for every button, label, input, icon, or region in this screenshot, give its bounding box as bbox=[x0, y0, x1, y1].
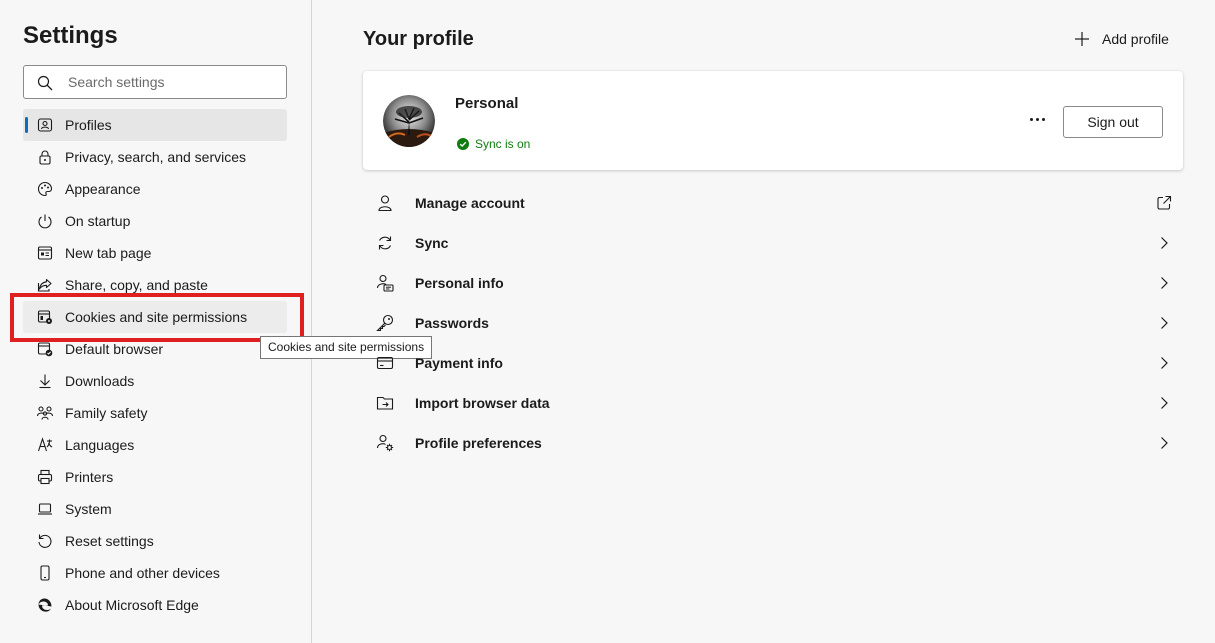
palette-icon bbox=[35, 179, 55, 199]
check-circle-icon bbox=[457, 138, 469, 150]
sidebar-item-privacy[interactable]: Privacy, search, and services bbox=[23, 141, 287, 173]
add-profile-label: Add profile bbox=[1102, 31, 1169, 47]
profile-preferences-icon bbox=[374, 432, 396, 454]
plus-icon bbox=[1075, 32, 1089, 46]
search-input[interactable] bbox=[68, 72, 278, 92]
sidebar-item-new-tab-page[interactable]: New tab page bbox=[23, 237, 287, 269]
profile-card: Personal Sync is on Sign out bbox=[363, 71, 1183, 170]
row-label: Profile preferences bbox=[415, 435, 542, 451]
row-label: Manage account bbox=[415, 195, 525, 211]
row-import-browser-data[interactable]: Import browser data bbox=[363, 383, 1183, 423]
sidebar-item-printers[interactable]: Printers bbox=[23, 461, 287, 493]
profile-name: Personal bbox=[455, 95, 519, 112]
credit-card-icon bbox=[374, 352, 396, 374]
default-browser-icon bbox=[35, 339, 55, 359]
sidebar-item-label: About Microsoft Edge bbox=[65, 597, 199, 613]
family-icon bbox=[35, 403, 55, 423]
row-label: Passwords bbox=[415, 315, 489, 331]
person-icon bbox=[374, 192, 396, 214]
sidebar-item-label: Printers bbox=[65, 469, 114, 485]
row-payment-info[interactable]: Payment info bbox=[363, 343, 1183, 383]
row-label: Payment info bbox=[415, 355, 503, 371]
sidebar-item-family-safety[interactable]: Family safety bbox=[23, 397, 287, 429]
sidebar-nav: Profiles Privacy, search, and services A… bbox=[23, 109, 287, 621]
chevron-right-icon bbox=[1155, 234, 1173, 252]
sidebar-item-label: Privacy, search, and services bbox=[65, 149, 247, 165]
reset-icon bbox=[35, 531, 55, 551]
sidebar-item-reset-settings[interactable]: Reset settings bbox=[23, 525, 287, 557]
highlight-annotation-box bbox=[10, 293, 304, 342]
sidebar-item-label: Languages bbox=[65, 437, 135, 453]
sidebar-item-label: Downloads bbox=[65, 373, 135, 389]
sidebar-item-languages[interactable]: Languages bbox=[23, 429, 287, 461]
sidebar-item-label: On startup bbox=[65, 213, 131, 229]
sidebar-item-label: Phone and other devices bbox=[65, 565, 220, 581]
power-icon bbox=[35, 211, 55, 231]
sidebar-item-on-startup[interactable]: On startup bbox=[23, 205, 287, 237]
row-manage-account[interactable]: Manage account bbox=[363, 183, 1183, 223]
sidebar-item-label: System bbox=[65, 501, 112, 517]
chevron-right-icon bbox=[1155, 394, 1173, 412]
chevron-right-icon bbox=[1155, 434, 1173, 452]
external-link-icon bbox=[1155, 194, 1173, 212]
sidebar-item-profiles[interactable]: Profiles bbox=[23, 109, 287, 141]
avatar[interactable] bbox=[383, 95, 435, 147]
sync-status: Sync is on bbox=[457, 137, 530, 151]
sync-status-text: Sync is on bbox=[475, 137, 531, 151]
row-label: Personal info bbox=[415, 275, 504, 291]
chevron-right-icon bbox=[1155, 354, 1173, 372]
sign-out-button[interactable]: Sign out bbox=[1063, 106, 1163, 138]
sidebar-item-about-edge[interactable]: About Microsoft Edge bbox=[23, 589, 287, 621]
sync-icon bbox=[374, 232, 396, 254]
row-profile-preferences[interactable]: Profile preferences bbox=[363, 423, 1183, 463]
languages-icon bbox=[35, 435, 55, 455]
sidebar-item-appearance[interactable]: Appearance bbox=[23, 173, 287, 205]
sidebar-title: Settings bbox=[23, 22, 118, 49]
page-title: Your profile bbox=[363, 28, 474, 50]
sidebar-item-phone-devices[interactable]: Phone and other devices bbox=[23, 557, 287, 589]
sidebar-item-label: Appearance bbox=[65, 181, 141, 197]
profile-icon bbox=[35, 115, 55, 135]
key-icon bbox=[374, 312, 396, 334]
download-icon bbox=[35, 371, 55, 391]
laptop-icon bbox=[35, 499, 55, 519]
new-tab-icon bbox=[35, 243, 55, 263]
personal-info-icon bbox=[374, 272, 396, 294]
sidebar-item-system[interactable]: System bbox=[23, 493, 287, 525]
row-personal-info[interactable]: Personal info bbox=[363, 263, 1183, 303]
sidebar-item-downloads[interactable]: Downloads bbox=[23, 365, 287, 397]
import-icon bbox=[374, 392, 396, 414]
sidebar-item-label: Family safety bbox=[65, 405, 148, 421]
profile-settings-list: Manage account Sync Personal info Passwo… bbox=[363, 183, 1183, 463]
row-label: Import browser data bbox=[415, 395, 550, 411]
lock-icon bbox=[35, 147, 55, 167]
edge-icon bbox=[35, 595, 55, 615]
more-options-icon[interactable] bbox=[1027, 109, 1047, 129]
printer-icon bbox=[35, 467, 55, 487]
sidebar-item-label: Profiles bbox=[65, 117, 112, 133]
search-icon bbox=[37, 75, 53, 91]
row-label: Sync bbox=[415, 235, 449, 251]
sidebar-item-label: Share, copy, and paste bbox=[65, 277, 208, 293]
sidebar-item-label: Reset settings bbox=[65, 533, 154, 549]
sidebar-item-label: Default browser bbox=[65, 341, 164, 357]
share-icon bbox=[35, 275, 55, 295]
sidebar-item-label: New tab page bbox=[65, 245, 152, 261]
chevron-right-icon bbox=[1155, 314, 1173, 332]
chevron-right-icon bbox=[1155, 274, 1173, 292]
add-profile-button[interactable]: Add profile bbox=[1074, 29, 1169, 49]
phone-icon bbox=[35, 563, 55, 583]
row-sync[interactable]: Sync bbox=[363, 223, 1183, 263]
settings-sidebar: Settings Profiles Privacy, search, and s… bbox=[0, 0, 312, 643]
row-passwords[interactable]: Passwords bbox=[363, 303, 1183, 343]
search-box[interactable] bbox=[23, 65, 287, 99]
